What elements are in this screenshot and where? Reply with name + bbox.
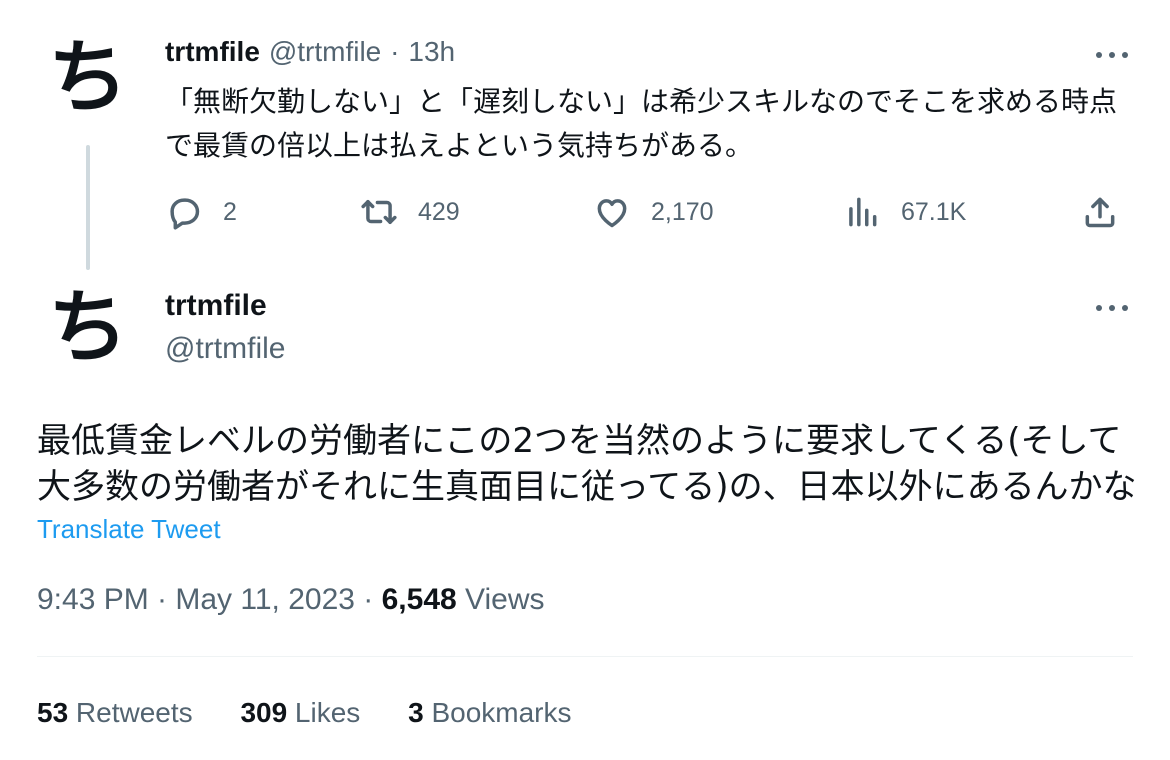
reply-icon	[170, 198, 200, 230]
views-count: 67.1K	[901, 197, 967, 226]
tweet-header: trtmfile @trtmfile · 13h	[165, 34, 455, 70]
likes-label: Likes	[287, 697, 361, 728]
tweet-timestamp[interactable]: 9:43 PM · May 11, 2023 ·	[37, 583, 382, 616]
bookmarks-label: Bookmarks	[423, 697, 572, 728]
avatar[interactable]: ち	[40, 30, 136, 126]
bookmarks-stat[interactable]: 3 Bookmarks	[408, 694, 571, 732]
share-button[interactable]	[1081, 190, 1119, 234]
views-label: Views	[456, 583, 545, 616]
thread-connector-line	[86, 145, 90, 270]
divider	[37, 656, 1133, 657]
handle[interactable]: @trtmfile	[165, 330, 285, 368]
tweet-time[interactable]: 13h	[408, 36, 455, 67]
handle[interactable]: @trtmfile	[269, 36, 381, 67]
share-icon	[1085, 197, 1115, 228]
translate-tweet-link[interactable]: Translate Tweet	[37, 512, 221, 546]
views-button[interactable]: 67.1K	[843, 190, 966, 234]
like-button[interactable]: 2,170	[593, 190, 714, 234]
tweet-stats: 53 Retweets 309 Likes 3 Bookmarks	[37, 694, 612, 732]
retweets-count: 53	[37, 697, 69, 728]
avatar[interactable]: ち	[40, 280, 136, 376]
retweets-label: Retweets	[68, 697, 193, 728]
likes-count: 309	[240, 697, 288, 728]
display-name[interactable]: trtmfile	[165, 36, 260, 67]
reply-button[interactable]: 2	[165, 190, 237, 234]
tweet-text: 最低賃金レベルの労働者にこの2つを当然のように要求してくる(そして大多数の労働者…	[37, 421, 1137, 507]
separator: ·	[390, 36, 400, 67]
tweet-text: 「無断欠勤しない」と「遅刻しない」は希少スキルなのでそこを求める時点で最賃の倍以…	[165, 85, 1118, 162]
tweet-actions: 2 429 2,170 67.1K	[165, 190, 1125, 234]
retweets-stat[interactable]: 53 Retweets	[37, 694, 193, 732]
heart-icon	[597, 199, 627, 228]
likes-stat[interactable]: 309 Likes	[240, 694, 360, 732]
views-icon	[849, 197, 877, 227]
reply-count: 2	[223, 197, 237, 226]
more-icon[interactable]	[1092, 45, 1132, 65]
retweet-button[interactable]: 429	[360, 190, 460, 234]
retweet-icon	[361, 199, 397, 225]
views-count: 6,548	[381, 583, 457, 616]
bookmarks-count: 3	[408, 697, 424, 728]
tweet-meta: 9:43 PM · May 11, 2023 · 6,548 Views	[37, 580, 545, 620]
display-name[interactable]: trtmfile	[165, 287, 267, 325]
like-count: 2,170	[651, 197, 714, 226]
retweet-count: 429	[418, 197, 460, 226]
more-icon[interactable]	[1092, 298, 1132, 318]
